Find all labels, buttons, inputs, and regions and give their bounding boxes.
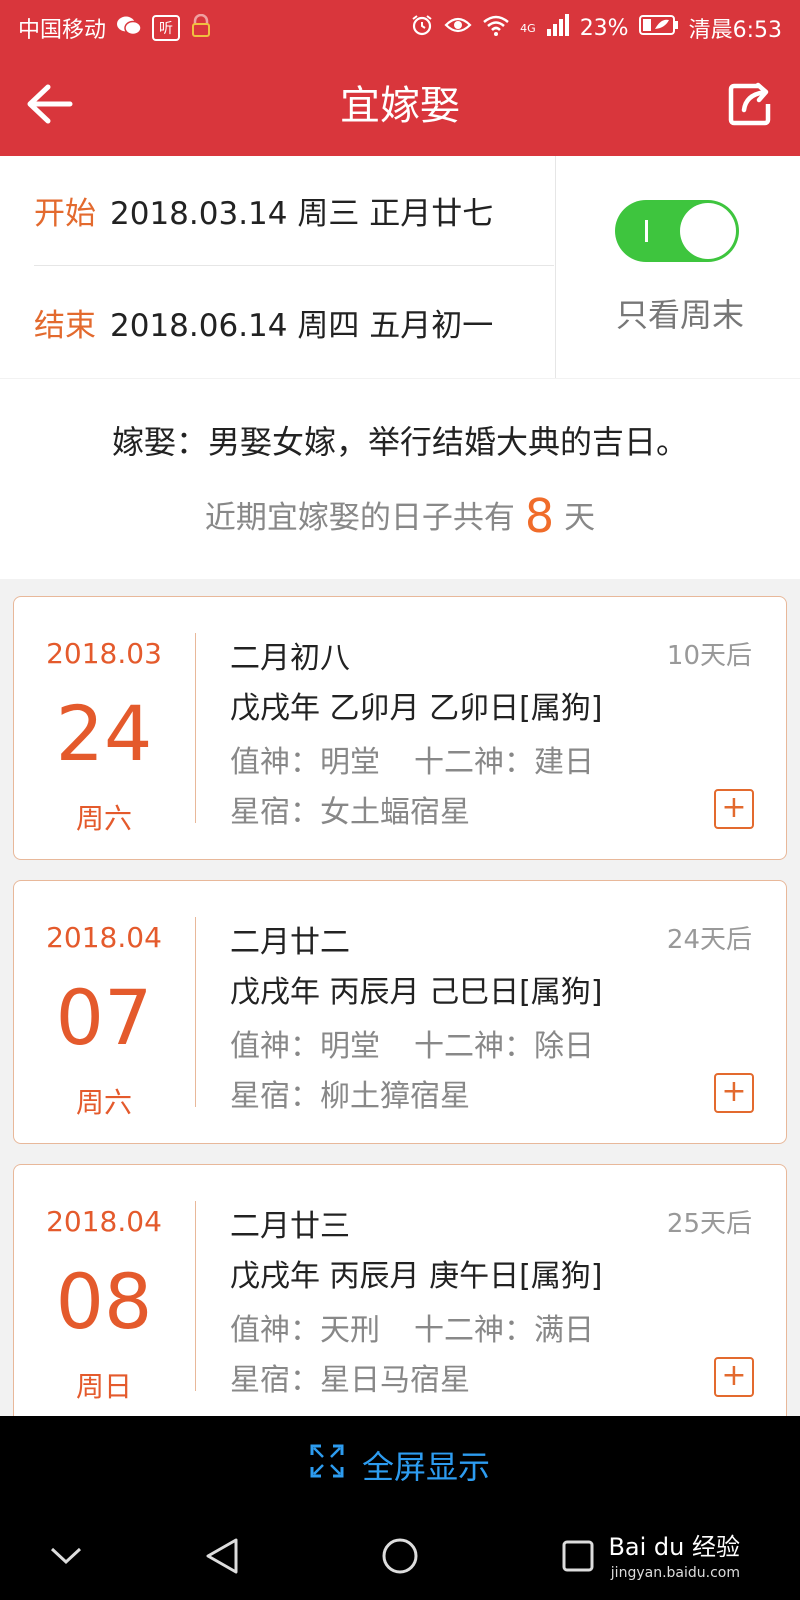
card-ganzhi: 戊戌年 丙辰月 庚午日[属狗] [230, 1259, 603, 1294]
eye-icon [444, 15, 472, 41]
count-suffix: 天 [564, 500, 596, 536]
end-date-label: 结束 [34, 307, 96, 344]
card-zhishen: 值神：天刑 [230, 1313, 380, 1348]
weekend-only-toggle[interactable] [615, 200, 739, 262]
intro-panel: 嫁娶：男娶女嫁，举行结婚大典的吉日。 近期宜嫁娶的日子共有 8 天 [0, 379, 800, 579]
card-date-block: 2018.03 24 周六 [14, 597, 194, 859]
day-count: 8 [524, 489, 555, 543]
card-days-until: 10天后 [666, 641, 752, 671]
watermark-url: jingyan.baidu.com [610, 1565, 740, 1581]
card-weekday: 周六 [75, 1086, 132, 1119]
lock-notification-icon [190, 13, 212, 43]
card-xingsu: 星宿：星日马宿星 [230, 1363, 470, 1398]
battery-icon [638, 14, 679, 42]
weekend-only-label: 只看周末 [615, 296, 744, 334]
chevron-down-icon [49, 1546, 83, 1570]
share-button[interactable] [720, 76, 780, 136]
wechat-icon [116, 15, 142, 42]
start-date-value: 2018.03.14 周三 正月廿七 [110, 196, 494, 232]
day-card[interactable]: 2018.04 07 周六 二月廿二 24天后 戊戌年 丙辰月 己巳日[属狗] … [13, 880, 787, 1144]
card-year-month: 2018.04 [46, 921, 162, 954]
card-days-until: 25天后 [666, 1209, 752, 1239]
card-lunar-date: 二月廿二 [230, 925, 350, 960]
start-date-row[interactable]: 开始 2018.03.14 周三 正月廿七 [34, 156, 554, 266]
card-shier-shen: 十二神：满日 [414, 1313, 594, 1348]
square-recents-icon [561, 1539, 595, 1577]
alarm-icon [410, 13, 434, 43]
share-icon [728, 82, 772, 130]
battery-percent: 23% [579, 15, 629, 41]
card-gods-line: 值神：天刑 十二神：满日 [230, 1305, 594, 1349]
card-year-month: 2018.04 [46, 1205, 162, 1238]
day-card[interactable]: 2018.04 08 周日 二月廿三 25天后 戊戌年 丙辰月 庚午日[属狗] … [13, 1164, 787, 1416]
date-range-panel: 开始 2018.03.14 周三 正月廿七 结束 2018.06.14 周四 五… [0, 156, 800, 378]
triangle-back-icon [204, 1537, 240, 1579]
day-card[interactable]: 2018.03 24 周六 二月初八 10天后 戊戌年 乙卯月 乙卯日[属狗] … [13, 596, 787, 860]
plus-icon: + [721, 790, 747, 825]
card-xingsu: 星宿：女土蝠宿星 [230, 795, 470, 830]
add-button[interactable]: + [714, 1073, 754, 1113]
count-prefix: 近期宜嫁娶的日子共有 [204, 500, 515, 536]
activity-description: 嫁娶：男娶女嫁，举行结婚大典的吉日。 [111, 423, 688, 461]
carrier-label: 中国移动 [18, 18, 107, 43]
plus-icon: + [721, 1074, 747, 1109]
card-shier-shen: 十二神：除日 [414, 1029, 594, 1064]
card-day: 08 [55, 1257, 153, 1346]
card-divider [195, 633, 196, 823]
card-xingsu: 星宿：柳土獐宿星 [230, 1079, 470, 1114]
card-year-month: 2018.03 [46, 637, 162, 670]
add-button[interactable]: + [714, 789, 754, 829]
card-zhishen: 值神：明堂 [230, 1029, 380, 1064]
card-divider [195, 1201, 196, 1391]
card-date-block: 2018.04 07 周六 [14, 881, 194, 1143]
card-ganzhi: 戊戌年 乙卯月 乙卯日[属狗] [230, 691, 603, 726]
end-date-value: 2018.06.14 周四 五月初一 [110, 307, 494, 344]
card-lunar-date: 二月初八 [230, 641, 350, 676]
fullscreen-label: 全屏显示 [361, 1448, 490, 1486]
nav-home-button[interactable] [372, 1530, 428, 1586]
card-day: 24 [55, 689, 153, 778]
range-divider [555, 156, 556, 378]
card-shier-shen: 十二神：建日 [414, 745, 594, 780]
watermark: Bai du 经验 jingyan.baidu.com [608, 1534, 740, 1586]
card-date-block: 2018.04 08 周日 [14, 1165, 194, 1427]
card-weekday: 周日 [75, 1370, 132, 1403]
expand-icon [310, 1444, 344, 1486]
toggle-knob [680, 203, 736, 259]
nav-recents-button[interactable] [550, 1530, 606, 1586]
end-date-row[interactable]: 结束 2018.06.14 周四 五月初一 [34, 267, 554, 377]
fullscreen-button[interactable]: 全屏显示 [0, 1416, 800, 1514]
nav-back-button[interactable] [194, 1530, 250, 1586]
app-notification-icon: 听 [152, 15, 181, 41]
signal-icon [546, 14, 570, 42]
card-gods-line: 值神：明堂 十二神：建日 [230, 737, 594, 781]
page-title: 宜嫁娶 [340, 83, 460, 129]
toggle-on-mark [645, 220, 648, 242]
card-ganzhi: 戊戌年 丙辰月 己巳日[属狗] [230, 975, 603, 1010]
plus-icon: + [721, 1358, 747, 1393]
card-gods-line: 值神：明堂 十二神：除日 [230, 1021, 594, 1065]
card-day: 07 [55, 973, 153, 1062]
clock-label: 清晨6:53 [688, 18, 782, 43]
wifi-icon [482, 14, 510, 42]
app-header: 宜嫁娶 [0, 56, 800, 156]
card-weekday: 周六 [75, 802, 132, 835]
network-type-label: 4G [520, 21, 536, 35]
nav-hide-button[interactable] [38, 1530, 94, 1586]
day-count-line: 近期宜嫁娶的日子共有 8 天 [0, 489, 800, 543]
start-date-label: 开始 [34, 196, 96, 232]
card-days-until: 24天后 [666, 925, 752, 955]
card-zhishen: 值神：明堂 [230, 745, 380, 780]
status-bar: 中国移动 听 4G 23% 清晨6:53 [0, 0, 800, 56]
circle-home-icon [381, 1537, 419, 1579]
watermark-brand: Bai du 经验 [608, 1533, 740, 1561]
card-lunar-date: 二月廿三 [230, 1209, 350, 1244]
card-divider [195, 917, 196, 1107]
add-button[interactable]: + [714, 1357, 754, 1397]
